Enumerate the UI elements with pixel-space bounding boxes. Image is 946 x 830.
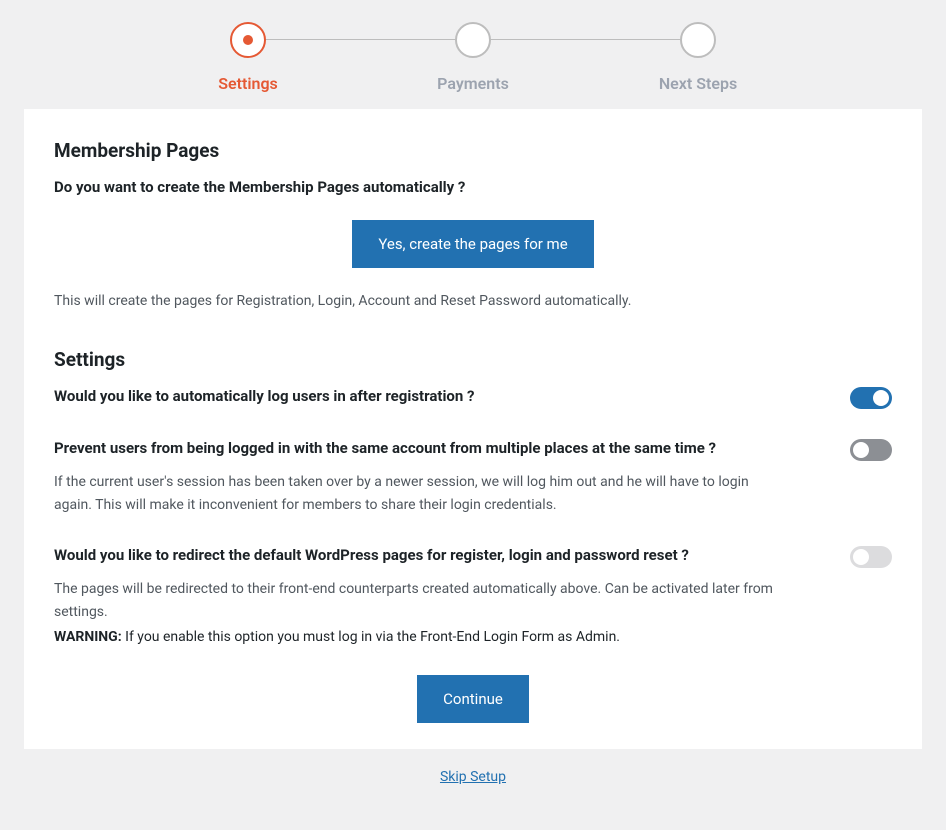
- prevent-multi-login-toggle[interactable]: [850, 439, 892, 461]
- step-label: Next Steps: [659, 74, 737, 93]
- toggle-knob-icon: [853, 442, 869, 458]
- step-payments[interactable]: Payments: [361, 22, 586, 93]
- step-settings[interactable]: Settings: [136, 22, 361, 93]
- toggle-knob-icon: [873, 390, 889, 406]
- prevent-multi-login-help: If the current user's session has been t…: [54, 471, 774, 516]
- toggle-knob-icon: [853, 549, 869, 565]
- settings-heading: Settings: [54, 348, 892, 371]
- create-pages-button[interactable]: Yes, create the pages for me: [352, 220, 593, 268]
- continue-button[interactable]: Continue: [417, 675, 529, 723]
- warning-label: WARNING:: [54, 629, 122, 645]
- redirect-pages-label: Would you like to redirect the default W…: [54, 546, 820, 564]
- step-next-steps[interactable]: Next Steps: [586, 22, 811, 93]
- redirect-pages-help: The pages will be redirected to their fr…: [54, 578, 774, 623]
- warning-text: If you enable this option you must log i…: [122, 629, 620, 645]
- membership-help: This will create the pages for Registrat…: [54, 290, 892, 312]
- stepper: Settings Payments Next Steps: [0, 0, 946, 103]
- step-circle-icon: [455, 22, 491, 58]
- membership-heading: Membership Pages: [54, 139, 892, 162]
- step-circle-icon: [680, 22, 716, 58]
- step-circle-icon: [230, 22, 266, 58]
- autologin-label: Would you like to automatically log user…: [54, 387, 820, 405]
- redirect-warning: WARNING: If you enable this option you m…: [54, 629, 892, 645]
- step-label: Payments: [437, 74, 509, 93]
- redirect-pages-toggle[interactable]: [850, 546, 892, 568]
- membership-question: Do you want to create the Membership Pag…: [54, 178, 892, 196]
- skip-setup-link[interactable]: Skip Setup: [440, 769, 506, 785]
- prevent-multi-login-label: Prevent users from being logged in with …: [54, 439, 820, 457]
- step-label: Settings: [218, 74, 278, 93]
- wizard-card: Membership Pages Do you want to create t…: [24, 109, 922, 749]
- autologin-toggle[interactable]: [850, 387, 892, 409]
